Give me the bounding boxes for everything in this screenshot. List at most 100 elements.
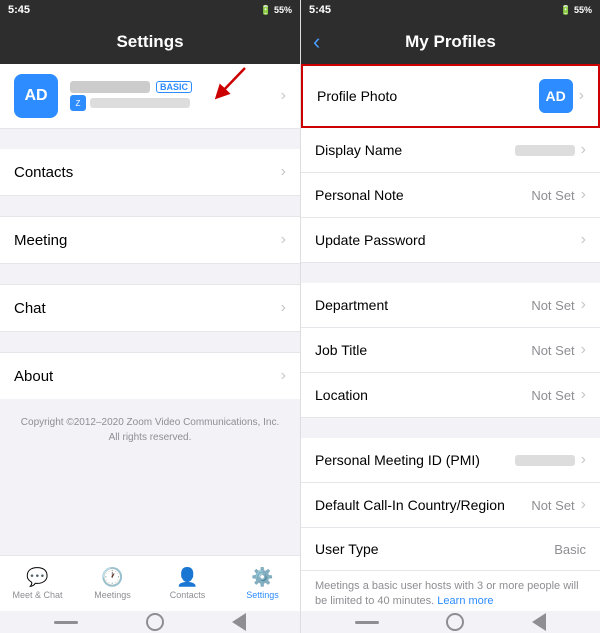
department-item[interactable]: Department Not Set ›: [301, 283, 600, 328]
pmi-label: Personal Meeting ID (PMI): [315, 452, 480, 468]
meetings-note: Meetings a basic user hosts with 3 or mo…: [301, 571, 600, 611]
job-title-value: Not Set: [531, 343, 574, 358]
meet-chat-label: Meet & Chat: [12, 590, 62, 600]
learn-more-link[interactable]: Learn more: [437, 595, 493, 607]
meetings-icon: 🕐: [101, 567, 123, 588]
call-in-right: Not Set ›: [531, 496, 586, 514]
display-name-label: Display Name: [315, 142, 402, 158]
bottom-nav: 💬 Meet & Chat 🕐 Meetings 👤 Contacts ⚙️ S…: [0, 555, 300, 611]
nav-meet-chat[interactable]: 💬 Meet & Chat: [0, 556, 75, 611]
left-header: Settings: [0, 20, 300, 64]
pmi-value-blur: [515, 455, 575, 466]
pmi-right: ›: [515, 451, 586, 469]
meetings-label: Meetings: [94, 590, 131, 600]
right-header-title: My Profiles: [405, 32, 496, 52]
personal-note-right: Not Set ›: [531, 186, 586, 204]
left-gesture-line: [54, 621, 78, 624]
location-right: Not Set ›: [531, 386, 586, 404]
user-type-label: User Type: [315, 541, 379, 557]
back-button[interactable]: ‹: [313, 29, 320, 55]
profile-chevron-icon: ›: [281, 87, 286, 105]
profile-name-blur: [70, 81, 150, 93]
profile-email-row: Z: [70, 95, 269, 111]
update-password-label: Update Password: [315, 232, 426, 248]
nav-settings[interactable]: ⚙️ Settings: [225, 556, 300, 611]
job-title-chevron-icon: ›: [581, 341, 586, 359]
contacts-nav-icon: 👤: [176, 567, 198, 588]
nav-contacts[interactable]: 👤 Contacts: [150, 556, 225, 611]
meeting-chevron-icon: ›: [281, 231, 286, 249]
call-in-value: Not Set: [531, 498, 574, 513]
call-in-item[interactable]: Default Call-In Country/Region Not Set ›: [301, 483, 600, 528]
display-name-value-blur: [515, 145, 575, 156]
left-panel: 5:45 🔋 55% Settings AD BASIC Z ›: [0, 0, 300, 633]
profile-photo-right: AD ›: [539, 79, 584, 113]
location-chevron-icon: ›: [581, 386, 586, 404]
profile-photo-avatar: AD: [539, 79, 573, 113]
right-header: ‹ My Profiles: [301, 20, 600, 64]
right-gesture-bar: [301, 611, 600, 633]
display-name-chevron-icon: ›: [581, 141, 586, 159]
right-status-bar: 5:45 🔋 55%: [301, 0, 600, 20]
settings-nav-label: Settings: [246, 590, 279, 600]
user-type-value: Basic: [554, 542, 586, 557]
location-label: Location: [315, 387, 368, 403]
department-label: Department: [315, 297, 388, 313]
nav-meetings[interactable]: 🕐 Meetings: [75, 556, 150, 611]
personal-note-chevron-icon: ›: [581, 186, 586, 204]
menu-item-contacts[interactable]: Contacts ›: [0, 149, 300, 196]
contacts-chevron-icon: ›: [281, 163, 286, 181]
meet-chat-icon: 💬: [26, 567, 48, 588]
avatar: AD: [14, 74, 58, 118]
personal-note-value: Not Set: [531, 188, 574, 203]
display-name-item[interactable]: Display Name ›: [301, 128, 600, 173]
menu-item-chat[interactable]: Chat ›: [0, 284, 300, 332]
personal-note-label: Personal Note: [315, 187, 404, 203]
menu-item-meeting-label: Meeting: [14, 232, 67, 249]
menu-item-contacts-label: Contacts: [14, 164, 73, 181]
left-header-title: Settings: [116, 32, 183, 52]
location-item[interactable]: Location Not Set ›: [301, 373, 600, 418]
section-gap-1: [301, 263, 600, 283]
user-type-item[interactable]: User Type Basic: [301, 528, 600, 571]
profile-photo-label: Profile Photo: [317, 88, 397, 104]
right-gesture-line: [355, 621, 379, 624]
profiles-list: Profile Photo AD › Display Name › Person…: [301, 64, 600, 611]
menu-item-meeting[interactable]: Meeting ›: [0, 216, 300, 264]
profile-photo-item[interactable]: Profile Photo AD ›: [301, 64, 600, 128]
pmi-chevron-icon: ›: [581, 451, 586, 469]
menu-item-chat-label: Chat: [14, 300, 46, 317]
copyright-text: Copyright ©2012–2020 Zoom Video Communic…: [0, 399, 300, 461]
right-gesture-circle: [446, 613, 464, 631]
job-title-right: Not Set ›: [531, 341, 586, 359]
left-battery-icon: 🔋 55%: [260, 5, 292, 16]
personal-note-item[interactable]: Personal Note Not Set ›: [301, 173, 600, 218]
contacts-nav-label: Contacts: [170, 590, 206, 600]
profile-info: BASIC Z: [70, 81, 269, 111]
department-right: Not Set ›: [531, 296, 586, 314]
settings-nav-icon: ⚙️: [251, 567, 273, 588]
left-status-bar: 5:45 🔋 55%: [0, 0, 300, 20]
location-value: Not Set: [531, 388, 574, 403]
pmi-item[interactable]: Personal Meeting ID (PMI) ›: [301, 438, 600, 483]
section-gap-2: [301, 418, 600, 438]
profile-email-blur: [90, 98, 190, 108]
left-time: 5:45: [8, 4, 30, 16]
job-title-label: Job Title: [315, 342, 367, 358]
job-title-item[interactable]: Job Title Not Set ›: [301, 328, 600, 373]
left-status-icons: 🔋 55%: [260, 5, 292, 16]
settings-menu: Contacts › Meeting › Chat › About ›: [0, 149, 300, 399]
profile-name-row: BASIC: [70, 81, 269, 93]
chat-chevron-icon: ›: [281, 299, 286, 317]
update-password-item[interactable]: Update Password ›: [301, 218, 600, 263]
left-gesture-triangle: [232, 613, 246, 631]
menu-item-about-label: About: [14, 368, 53, 385]
profile-photo-chevron-icon: ›: [579, 87, 584, 105]
left-gesture-bar: [0, 611, 300, 633]
department-value: Not Set: [531, 298, 574, 313]
call-in-label: Default Call-In Country/Region: [315, 497, 505, 513]
profile-row[interactable]: AD BASIC Z ›: [0, 64, 300, 129]
call-in-chevron-icon: ›: [581, 496, 586, 514]
display-name-right: ›: [515, 141, 586, 159]
menu-item-about[interactable]: About ›: [0, 352, 300, 399]
